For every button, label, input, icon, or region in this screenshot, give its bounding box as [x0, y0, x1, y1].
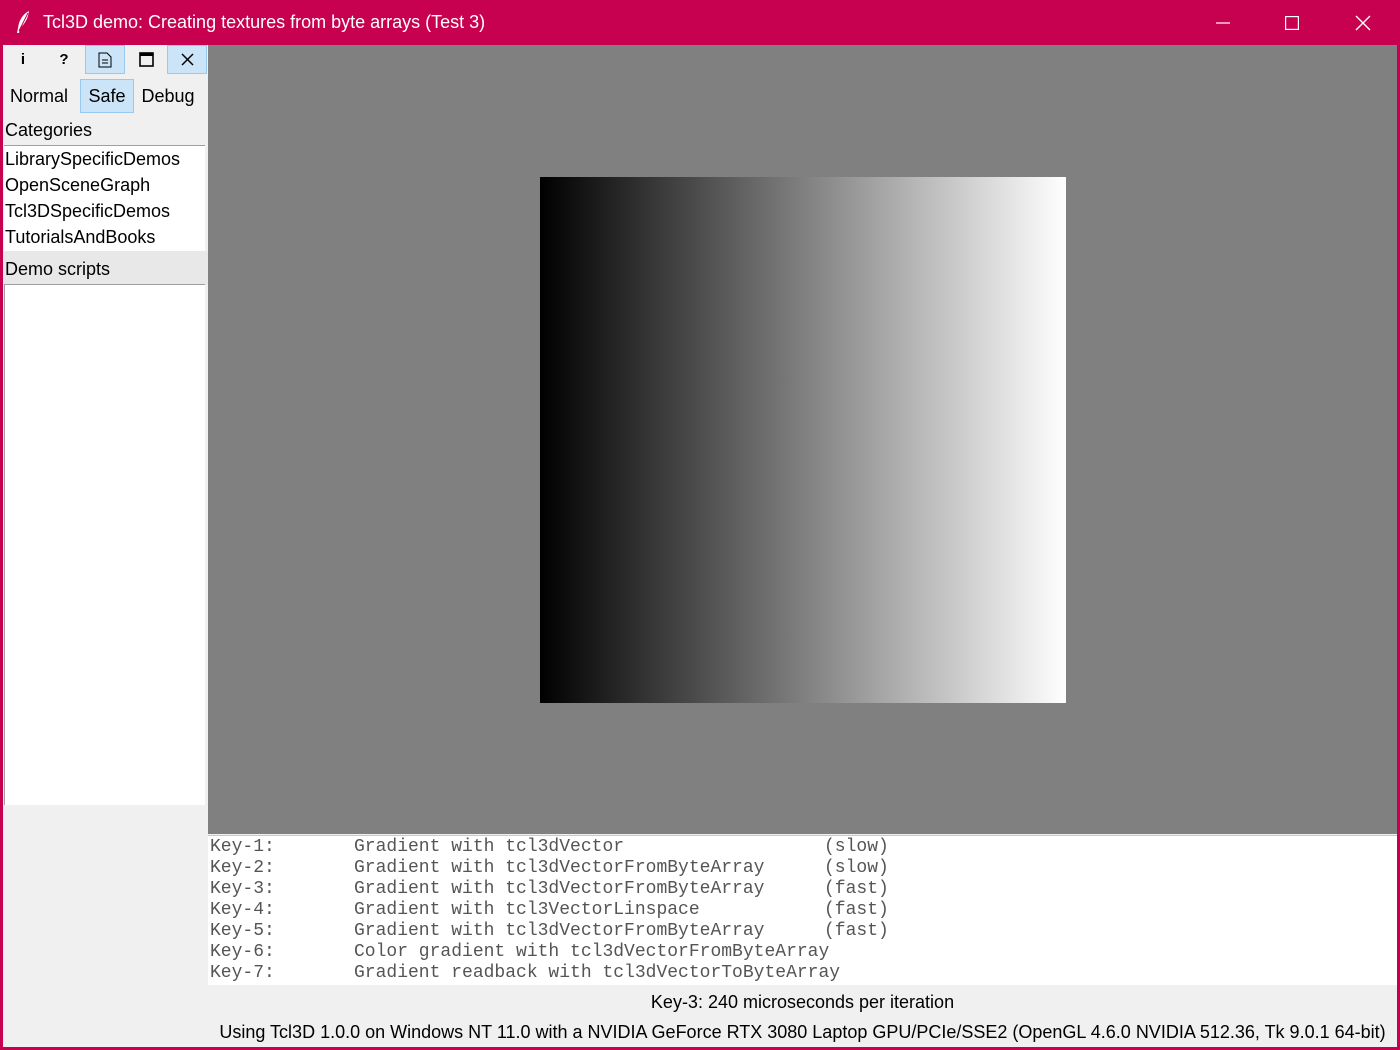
document-icon [98, 52, 112, 67]
feather-icon [14, 10, 34, 34]
title-bar[interactable]: Tcl3D demo: Creating textures from byte … [0, 0, 1400, 45]
help-button[interactable]: ? [44, 45, 84, 74]
close-icon [1355, 15, 1371, 30]
gradient-texture [540, 177, 1066, 703]
minimize-icon [1216, 21, 1230, 24]
list-item[interactable]: Tcl3DSpecificDemos [4, 198, 205, 224]
categories-list[interactable]: LibrarySpecificDemos OpenSceneGraph Tcl3… [4, 145, 205, 251]
list-item[interactable]: TutorialsAndBooks [4, 224, 205, 250]
close-button[interactable] [167, 45, 207, 74]
info-button[interactable]: i [3, 45, 43, 74]
key-line: Key-3: Gradient with tcl3dVectorFromByteA… [210, 879, 889, 899]
key-line: Key-6: Color gradient with tcl3dVectorFro… [210, 942, 830, 962]
categories-label: Categories [5, 120, 93, 140]
window-title: Tcl3D demo: Creating textures from byte … [43, 12, 486, 32]
close-icon [180, 53, 194, 66]
key-help-text[interactable]: Key-1: Gradient with tcl3dVector (slow) Ke… [208, 835, 1397, 985]
status-bar: Using Tcl3D 1.0.0 on Windows NT 11.0 wit… [208, 1018, 1397, 1047]
toolbar: i ? [3, 45, 208, 75]
mode-safe-button[interactable]: Safe [80, 79, 134, 113]
minimize-button[interactable] [1188, 0, 1258, 45]
help-icon: ? [59, 51, 69, 68]
key-line: Key-4: Gradient with tcl3VectorLinspace (f… [210, 900, 889, 920]
key-line: Key-1: Gradient with tcl3dVector (slow) [210, 837, 889, 857]
window-button[interactable] [126, 45, 166, 74]
key-line: Key-2: Gradient with tcl3dVectorFromByteA… [210, 858, 889, 878]
timing-label: Key-3: 240 microseconds per iteration [208, 986, 1397, 1018]
document-button[interactable] [85, 45, 125, 74]
left-panel: i ? Normal Safe Debug Categories Library… [3, 45, 208, 1047]
opengl-viewport[interactable] [208, 45, 1397, 834]
maximize-button[interactable] [1257, 0, 1327, 45]
mode-selector: Normal Safe Debug [3, 79, 208, 113]
key-line: Key-7: Gradient readback with tcl3dVector… [210, 963, 841, 983]
list-item[interactable]: OpenSceneGraph [4, 172, 205, 198]
list-item[interactable]: LibrarySpecificDemos [4, 146, 205, 172]
mode-debug-button[interactable]: Debug [136, 79, 200, 113]
window-icon [138, 52, 154, 67]
client-area: i ? Normal Safe Debug Categories Library… [3, 45, 1397, 1047]
demo-scripts-list[interactable] [4, 284, 205, 805]
maximize-icon [1285, 15, 1299, 30]
demo-scripts-label: Demo scripts [5, 259, 111, 279]
close-window-button[interactable] [1328, 0, 1398, 45]
info-icon: i [20, 51, 26, 68]
mode-normal-button[interactable]: Normal [3, 79, 75, 113]
key-line: Key-5: Gradient with tcl3dVectorFromByteA… [210, 921, 889, 941]
